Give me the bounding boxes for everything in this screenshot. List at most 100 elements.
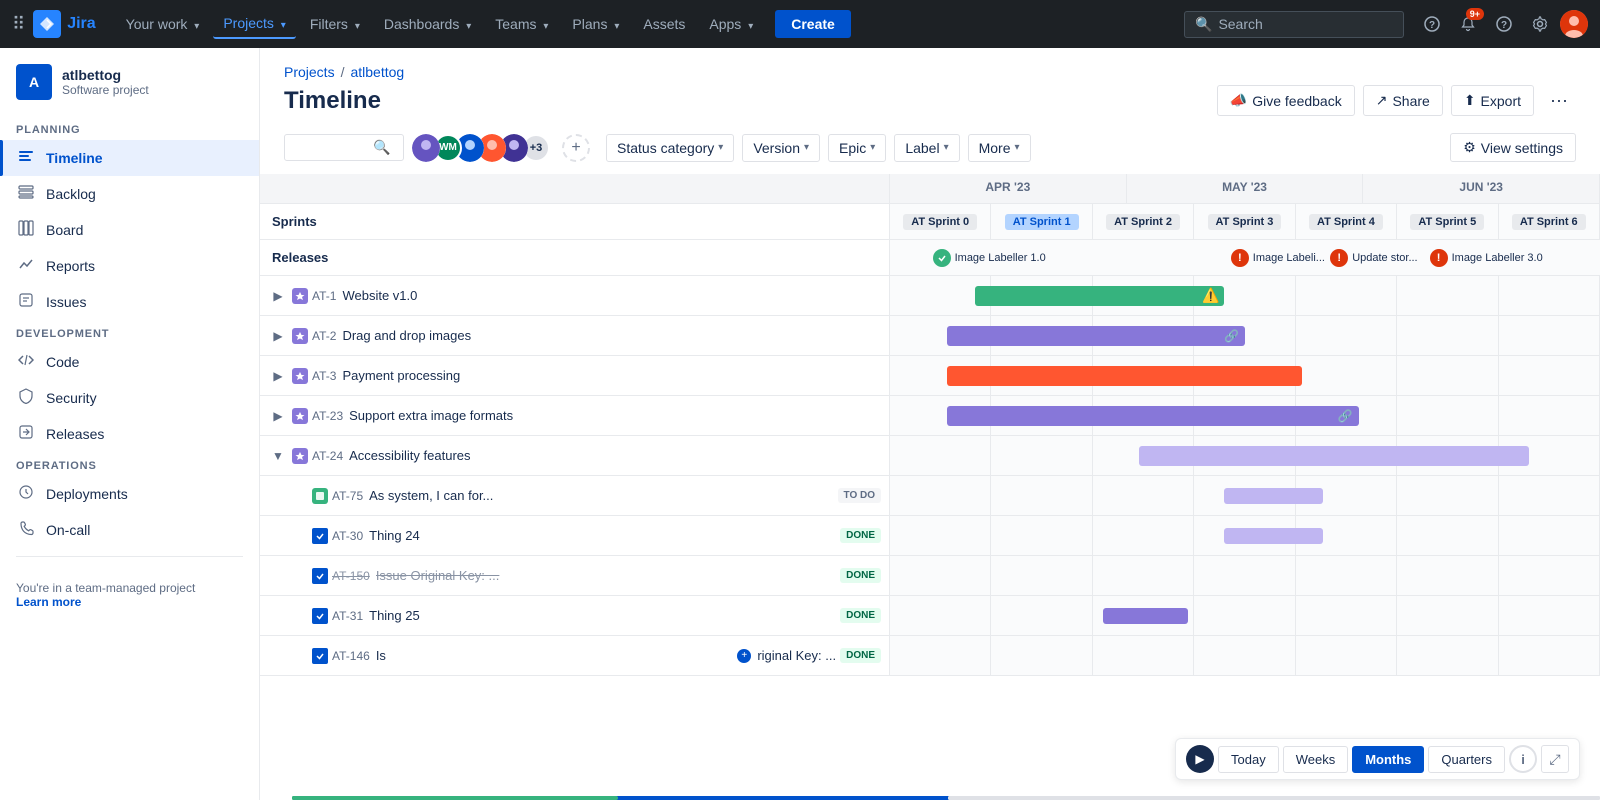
sidebar-item-timeline[interactable]: Timeline (0, 140, 259, 176)
nav-teams[interactable]: Teams ▾ (485, 10, 558, 38)
nav-projects[interactable]: Projects ▾ (213, 9, 296, 39)
sprint-2-badge: AT Sprint 2 (1106, 214, 1180, 230)
share-button[interactable]: ↗ Share (1363, 85, 1443, 116)
topnav-icons: ? 9+ ? (1416, 8, 1588, 40)
at1-expand[interactable]: ▶ (268, 286, 288, 306)
search-box[interactable]: 🔍 (1184, 11, 1404, 38)
at146-add-btn[interactable]: + (737, 649, 751, 663)
release-4-icon: ! (1430, 249, 1448, 267)
at30-key: AT-30 (332, 529, 363, 543)
at24-gantt-bar[interactable] (1139, 446, 1530, 466)
at2-link-icon: 🔗 (1224, 329, 1239, 343)
at30-right (890, 516, 1600, 555)
issue-row-at150: ▶ AT-150 Issue Original Key: ... DONE (260, 556, 1600, 596)
export-button[interactable]: ⬆ Export (1451, 85, 1534, 116)
release-2: ! Image Labeli... (1231, 249, 1325, 267)
filter-search-box[interactable]: 🔍 (284, 134, 404, 161)
sidebar-item-issues[interactable]: Issues (0, 284, 259, 320)
nav-filters[interactable]: Filters ▾ (300, 10, 370, 38)
search-input[interactable] (1218, 16, 1378, 32)
jira-logo[interactable]: Jira (33, 10, 95, 38)
top-navigation: ⠿ Jira Your work ▾ Projects ▾ Filters ▾ … (0, 0, 1600, 48)
view-settings-label: View settings (1481, 140, 1563, 156)
breadcrumb-project-name[interactable]: atlbettog (350, 64, 404, 80)
timeline-wrapper: APR '23 MAY '23 JUN '23 Sprints AT Sprin… (260, 174, 1600, 800)
at23-gantt-bar[interactable]: 🔗 (947, 406, 1359, 426)
more-filter[interactable]: More ▾ (968, 134, 1031, 162)
next-period-button[interactable]: ▶ (1186, 745, 1214, 773)
user-avatar[interactable] (1560, 10, 1588, 38)
at146-right (890, 636, 1600, 675)
apps-grid-icon[interactable]: ⠿ (12, 14, 25, 35)
at75-gantt-bar[interactable] (1224, 488, 1323, 504)
create-button[interactable]: Create (775, 10, 851, 38)
sidebar-item-backlog[interactable]: Backlog (0, 176, 259, 212)
at146-status: DONE (840, 648, 881, 663)
view-settings-button[interactable]: ⚙ View settings (1450, 133, 1576, 162)
project-icon: A (16, 64, 52, 100)
breadcrumb-projects[interactable]: Projects (284, 64, 335, 80)
board-icon (16, 220, 36, 240)
notifications-icon[interactable]: 9+ (1452, 8, 1484, 40)
sidebar-item-code[interactable]: Code (0, 344, 259, 380)
filter-search-input[interactable] (293, 140, 373, 156)
at31-type-icon (312, 608, 328, 624)
at1-gantt-bar[interactable]: ⚠️ (975, 286, 1224, 306)
sidebar-item-oncall[interactable]: On-call (0, 512, 259, 548)
version-filter[interactable]: Version ▾ (742, 134, 820, 162)
more-actions-button[interactable]: ··· (1542, 84, 1576, 117)
filter-search-icon: 🔍 (373, 139, 390, 156)
month-may: MAY '23 (1127, 174, 1364, 203)
quarters-button[interactable]: Quarters (1428, 746, 1505, 773)
at24-key: AT-24 (312, 449, 343, 463)
releases-icon (16, 424, 36, 444)
sprints-row: Sprints AT Sprint 0 AT Sprint 1 AT Sprin… (260, 204, 1600, 240)
today-button[interactable]: Today (1218, 746, 1279, 773)
at3-gantt-bar[interactable] (947, 366, 1302, 386)
label-filter[interactable]: Label ▾ (894, 134, 959, 162)
issue-row-at30: ▶ AT-30 Thing 24 DONE (260, 516, 1600, 556)
add-person-button[interactable]: + (562, 134, 590, 162)
at2-gantt-bar[interactable]: 🔗 (947, 326, 1245, 346)
help-icon[interactable]: ? (1488, 8, 1520, 40)
jira-logo-text: Jira (67, 15, 95, 33)
sidebar-item-security[interactable]: Security (0, 380, 259, 416)
learn-more-link[interactable]: Learn more (16, 595, 81, 609)
at150-key: AT-150 (332, 569, 370, 583)
info-button[interactable]: i (1509, 745, 1537, 773)
nav-assets[interactable]: Assets (633, 10, 695, 38)
at24-expand[interactable]: ▼ (268, 446, 288, 466)
nav-plans[interactable]: Plans ▾ (562, 10, 629, 38)
help-circle-icon[interactable]: ? (1416, 8, 1448, 40)
give-feedback-button[interactable]: 📣 Give feedback (1217, 85, 1355, 116)
at3-summary: Payment processing (342, 368, 881, 383)
at2-summary: Drag and drop images (342, 328, 881, 343)
nav-apps[interactable]: Apps ▾ (699, 10, 763, 38)
at30-type-icon (312, 528, 328, 544)
at30-gantt-bar[interactable] (1224, 528, 1323, 544)
nav-your-work[interactable]: Your work ▾ (116, 10, 210, 38)
sidebar-item-releases[interactable]: Releases (0, 416, 259, 452)
weeks-button[interactable]: Weeks (1283, 746, 1349, 773)
month-jun: JUN '23 (1363, 174, 1600, 203)
expand-button[interactable]: ⤢ (1541, 745, 1569, 773)
at31-gantt-bar[interactable] (1103, 608, 1188, 624)
timeline-left-header-empty (260, 174, 890, 203)
settings-icon[interactable] (1524, 8, 1556, 40)
sidebar-item-deployments[interactable]: Deployments (0, 476, 259, 512)
timeline-icon (16, 148, 36, 168)
epic-filter[interactable]: Epic ▾ (828, 134, 886, 162)
releases-content: Image Labeller 1.0 ! Image Labeli... ! (890, 240, 1600, 275)
timeline-grid: APR '23 MAY '23 JUN '23 Sprints AT Sprin… (260, 174, 1600, 800)
status-category-filter[interactable]: Status category ▾ (606, 134, 734, 162)
avatar-1[interactable] (412, 134, 440, 162)
feedback-label: Give feedback (1252, 93, 1342, 109)
months-button[interactable]: Months (1352, 746, 1424, 773)
sidebar-item-reports[interactable]: Reports (0, 248, 259, 284)
nav-dashboards[interactable]: Dashboards ▾ (374, 10, 481, 38)
at23-expand[interactable]: ▶ (268, 406, 288, 426)
sidebar-item-board[interactable]: Board (0, 212, 259, 248)
main-layout: A atlbettog Software project PLANNING Ti… (0, 48, 1600, 800)
at3-expand[interactable]: ▶ (268, 366, 288, 386)
at2-expand[interactable]: ▶ (268, 326, 288, 346)
